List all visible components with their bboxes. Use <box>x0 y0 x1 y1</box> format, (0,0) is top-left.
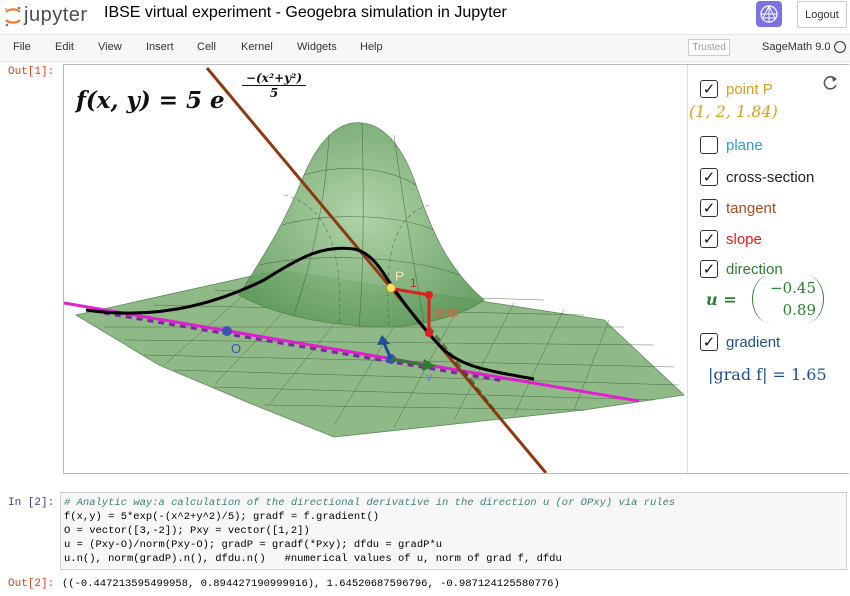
checkbox-gradient-label: gradient <box>726 333 781 351</box>
checkbox-gradient-box[interactable]: ✓ <box>700 333 718 351</box>
kernel-status-icon <box>834 41 846 53</box>
point-p-coordinates: (1, 2, 1.84) <box>689 102 778 121</box>
control-panel: ✓ point P (1, 2, 1.84) plane ✓ cross-sec… <box>687 65 849 473</box>
jupyter-logo-text: jupyter <box>24 4 88 26</box>
menu-file[interactable]: File <box>13 41 31 53</box>
trusted-badge[interactable]: Trusted <box>688 39 730 56</box>
menu-insert[interactable]: Insert <box>146 41 174 53</box>
menu-edit[interactable]: Edit <box>55 41 74 53</box>
menu-view[interactable]: View <box>98 41 122 53</box>
point-p[interactable] <box>386 283 396 293</box>
out1-prompt: Out[1]: <box>8 66 55 78</box>
checkbox-slope[interactable]: ✓ slope <box>700 230 762 248</box>
u-vector-bottom: 0.89 <box>782 301 816 319</box>
formula-prefix: f(x, y) = 5 e <box>76 87 225 114</box>
kernel-name: SageMath 9.0 <box>762 41 831 53</box>
u-vector-top: −0.45 <box>770 279 816 297</box>
menu-kernel[interactable]: Kernel <box>241 41 273 53</box>
function-formula: f(x, y) = 5 e <box>76 87 225 114</box>
checkbox-cross-section-label: cross-section <box>726 168 815 186</box>
code-line-3: O = vector([3,-2]); Pxy = vector([1,2]) <box>64 525 310 537</box>
point-o[interactable] <box>222 326 232 336</box>
checkbox-cross-section[interactable]: ✓ cross-section <box>700 168 814 186</box>
point-p-label: P <box>395 268 404 284</box>
checkbox-tangent-box[interactable]: ✓ <box>700 199 718 217</box>
slope-one-label: 1 <box>410 276 417 290</box>
formula-exponent-numerator: −(x²+y²) <box>242 71 306 86</box>
checkbox-plane-box[interactable] <box>700 136 718 154</box>
user-avatar[interactable] <box>756 1 782 27</box>
point-o-label: O <box>231 341 241 356</box>
code-cell[interactable]: # Analytic way:a calculation of the dire… <box>60 492 847 570</box>
out2-prompt: Out[2]: <box>8 578 55 590</box>
u-vector-lhs: u = <box>706 290 737 309</box>
checkbox-direction-box[interactable]: ✓ <box>700 260 718 278</box>
menu-help[interactable]: Help <box>360 41 383 53</box>
checkbox-point-p[interactable]: ✓ point P <box>700 80 773 98</box>
code-line-1: # Analytic way:a calculation of the dire… <box>64 497 676 509</box>
gradient-norm: |grad f| = 1.65 <box>708 365 827 384</box>
checkbox-plane-label: plane <box>726 136 763 154</box>
jupyter-logo[interactable]: jupyter <box>4 4 88 27</box>
formula-exponent-denominator: 5 <box>269 86 279 100</box>
jupyter-logo-icon <box>5 6 21 26</box>
slope-value-label: 0.98 <box>435 306 459 320</box>
checkbox-cross-section-box[interactable]: ✓ <box>700 168 718 186</box>
checkbox-slope-label: slope <box>726 230 762 248</box>
user-network-icon <box>760 4 778 23</box>
checkbox-point-p-box[interactable]: ✓ <box>700 80 718 98</box>
in2-prompt: In [2]: <box>8 497 55 509</box>
checkbox-plane[interactable]: plane <box>700 136 763 154</box>
graphics-view[interactable]: 1 0.98 P O v f(x, y) = 5 e −(x²+y²) 5 <box>63 65 687 474</box>
notebook-header: jupyter IBSE virtual experiment - Geogeb… <box>0 0 850 34</box>
3d-plot[interactable]: 1 0.98 P O v <box>63 65 687 474</box>
code-line-2: f(x,y) = 5*exp(-(x^2+y^2)/5); gradf = f.… <box>64 511 380 523</box>
code-line-4: u = (Pxy-O)/norm(Pxy-O); gradP = gradf(*… <box>64 539 443 551</box>
checkbox-tangent-label: tangent <box>726 199 777 217</box>
slope-point-bottom <box>425 329 433 337</box>
logout-button[interactable]: Logout <box>797 1 847 28</box>
surface-bump <box>238 122 485 328</box>
menu-bar: File Edit View Insert Cell Kernel Widget… <box>0 34 850 62</box>
reset-icon[interactable] <box>821 74 839 92</box>
formula-exponent: −(x²+y²) 5 <box>242 71 306 100</box>
menu-widgets[interactable]: Widgets <box>297 41 337 53</box>
v-label: v <box>426 370 432 384</box>
checkbox-gradient[interactable]: ✓ gradient <box>700 333 780 351</box>
checkbox-tangent[interactable]: ✓ tangent <box>700 199 776 217</box>
output-2-text: ((-0.447213595499958, 0.894427190999916)… <box>62 578 560 590</box>
checkbox-point-p-label: point P <box>726 80 773 98</box>
menu-cell[interactable]: Cell <box>197 41 216 53</box>
geogebra-applet[interactable]: 1 0.98 P O v f(x, y) = 5 e −(x²+y²) 5 ✓ … <box>63 64 849 474</box>
checkbox-slope-box[interactable]: ✓ <box>700 230 718 248</box>
code-line-5: u.n(), norm(gradP).n(), dfdu.n() #numeri… <box>64 553 562 565</box>
notebook-title[interactable]: IBSE virtual experiment - Geogebra simul… <box>104 4 507 22</box>
slope-point-top <box>425 291 433 299</box>
